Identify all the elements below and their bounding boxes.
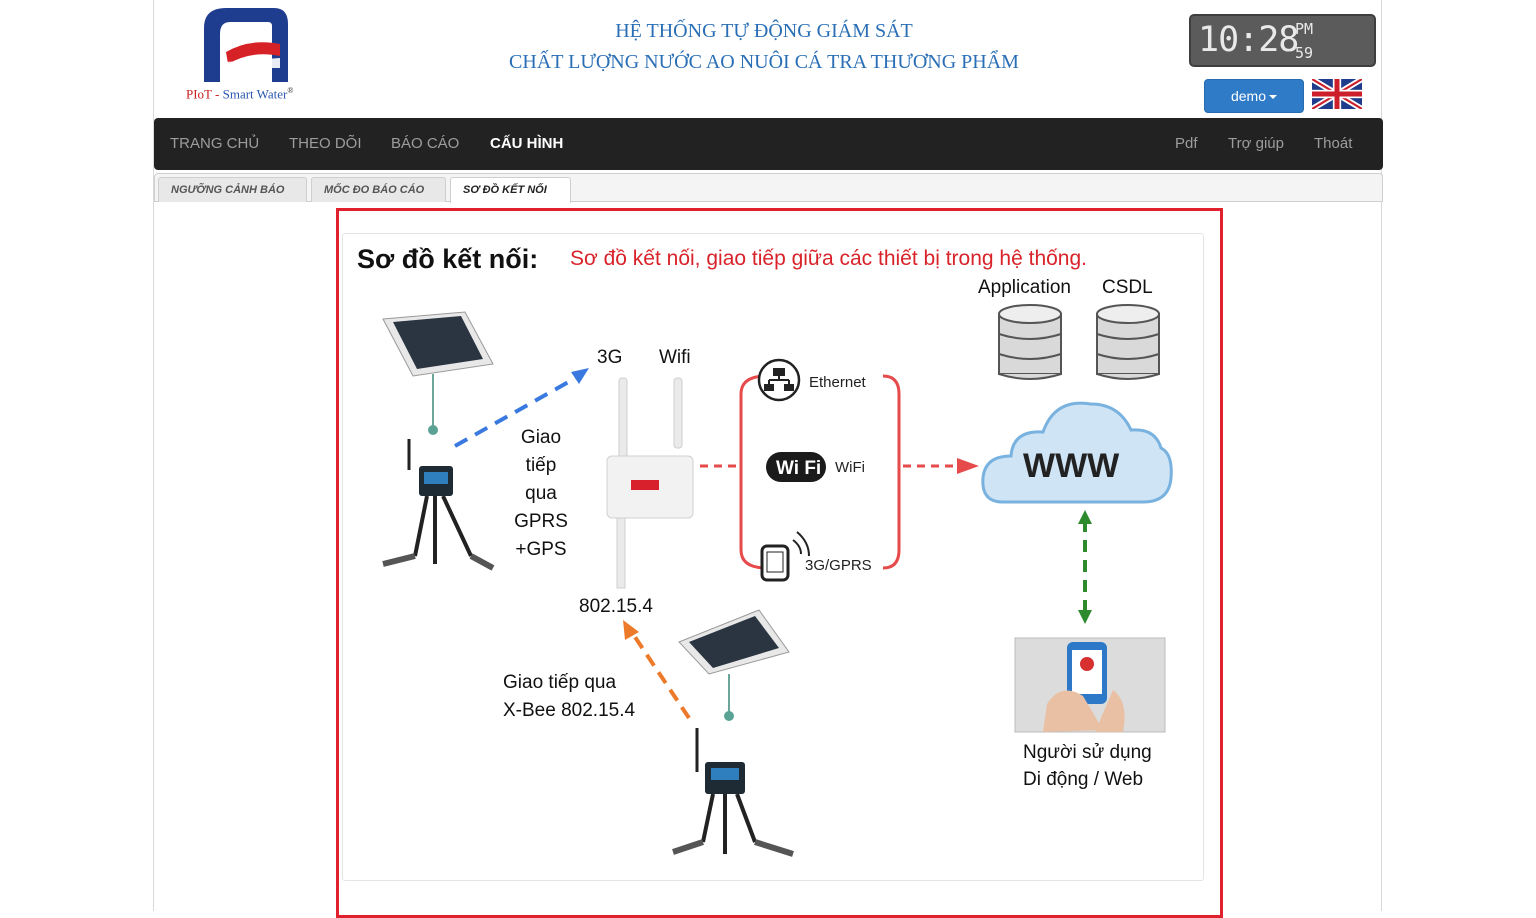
system-title: HỆ THỐNG TỰ ĐỘNG GIÁM SÁT CHẤT LƯỢNG NƯỚ… — [484, 16, 1044, 78]
tab-nguong-canh-bao[interactable]: NGƯỠNG CẢNH BÁO — [158, 177, 307, 202]
cloud-www-icon: WWW — [981, 401, 1173, 504]
solar-panel-icon — [382, 311, 494, 435]
gprs-label: Giao tiếp qua GPRS +GPS — [514, 427, 568, 560]
right-bracket — [882, 374, 901, 570]
diagram-frame: Wi Fi WWW Ethernet WiFi 3G/GPRS Sơ đồ kế… — [336, 208, 1223, 918]
title-line-1: HỆ THỐNG TỰ ĐỘNG GIÁM SÁT — [615, 20, 913, 42]
user-phone-icon — [1014, 637, 1166, 733]
diagram-title: Sơ đồ kết nối: — [357, 244, 539, 274]
nav-trang-chu[interactable]: TRANG CHỦ — [170, 118, 259, 170]
title-line-2: CHẤT LƯỢNG NƯỚC AO NUÔI CÁ TRA THƯƠNG PH… — [509, 51, 1019, 73]
802-15-4-label: 802.15.4 — [579, 596, 653, 617]
database-application-icon — [998, 304, 1062, 380]
clock-seconds: 59 — [1295, 44, 1314, 62]
diagram-card: Wi Fi WWW Ethernet WiFi 3G/GPRS Sơ đồ kế… — [342, 233, 1204, 881]
nav-theo-doi[interactable]: THEO DÕI — [289, 118, 362, 170]
application-label: Application — [978, 277, 1071, 298]
diagram-subtitle: Sơ đồ kết nối, giao tiếp giữa các thiết … — [570, 247, 1087, 270]
nav-tro-giup[interactable]: Trợ giúp — [1228, 118, 1284, 170]
csdl-label: CSDL — [1102, 277, 1153, 298]
xbee-label-2: X-Bee 802.15.4 — [503, 700, 636, 721]
sensor-node-bottom-icon — [672, 728, 794, 857]
nav-thoat[interactable]: Thoát — [1314, 118, 1352, 170]
gateway-router-icon — [606, 377, 694, 589]
clock-time: 10:28 — [1198, 20, 1299, 60]
ethernet-label: Ethernet — [809, 374, 867, 391]
user-menu-label: demo — [1230, 88, 1267, 104]
tab-so-do-ket-noi[interactable]: SƠ ĐỒ KẾT NỐI — [450, 177, 571, 203]
mobile-3g-icon — [760, 531, 810, 582]
nav-cau-hinh[interactable]: CẤU HÌNH — [490, 118, 563, 170]
xbee-label-1: Giao tiếp qua — [503, 672, 617, 693]
logo-caption: PIoT - Smart Water® — [186, 86, 294, 102]
config-tabs: NGƯỠNG CẢNH BÁO MỐC ĐO BÁO CÁO SƠ ĐỒ KẾT… — [154, 173, 1383, 203]
sensor-node-icon — [382, 439, 495, 571]
ethernet-icon — [757, 358, 801, 402]
database-csdl-icon — [1096, 304, 1160, 380]
tab-moc-do-bao-cao[interactable]: MỐC ĐO BÁO CÁO — [311, 177, 446, 202]
wifi-label: Wifi — [659, 347, 691, 368]
red-dashed-arrow — [903, 458, 979, 474]
user-label-1: Người sử dụng — [1023, 742, 1152, 763]
wifi-logo-text: Wi Fi — [776, 458, 821, 479]
solar-panel-bottom-icon — [678, 609, 790, 721]
3g-label: 3G — [597, 347, 623, 368]
3g-gprs-label: 3G/GPRS — [805, 557, 872, 574]
caret-down-icon — [1269, 95, 1278, 100]
nav-bao-cao[interactable]: BÁO CÁO — [391, 118, 459, 170]
left-bracket — [739, 374, 768, 570]
main-navbar: TRANG CHỦ THEO DÕI BÁO CÁO CẤU HÌNH Pdf … — [154, 118, 1383, 170]
nav-pdf[interactable]: Pdf — [1175, 118, 1198, 170]
green-dashed-arrow — [1078, 510, 1092, 624]
wifi-logo-icon: Wi Fi — [766, 452, 826, 482]
user-menu-button[interactable]: demo — [1204, 79, 1304, 113]
www-text: WWW — [1023, 447, 1120, 485]
user-label-2: Di động / Web — [1023, 769, 1144, 790]
clock-ampm: PM — [1295, 20, 1314, 38]
wifi-small-label: WiFi — [835, 459, 865, 476]
page-container: PIoT - Smart Water® HỆ THỐNG TỰ ĐỘNG GIÁ… — [153, 0, 1383, 918]
digital-clock: 10:28 PM 59 — [1189, 14, 1376, 67]
uk-flag-icon[interactable] — [1312, 79, 1362, 109]
